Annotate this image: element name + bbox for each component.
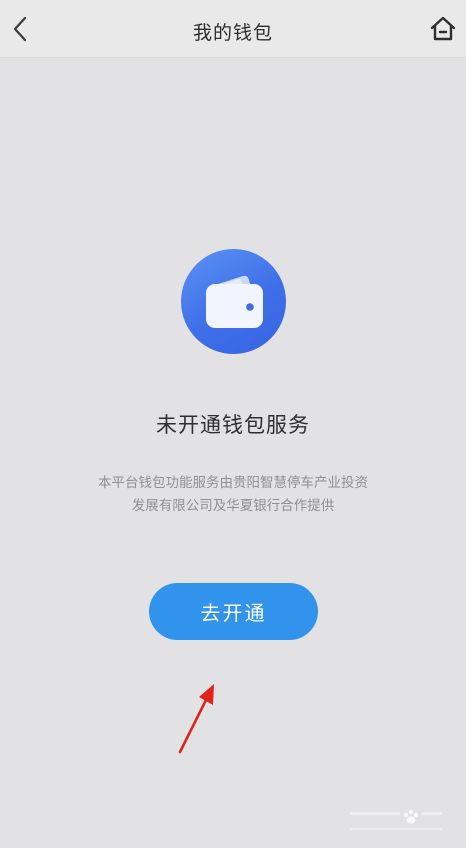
baidu-watermark-icon: [350, 809, 442, 830]
annotation-arrow-icon: [178, 684, 214, 754]
